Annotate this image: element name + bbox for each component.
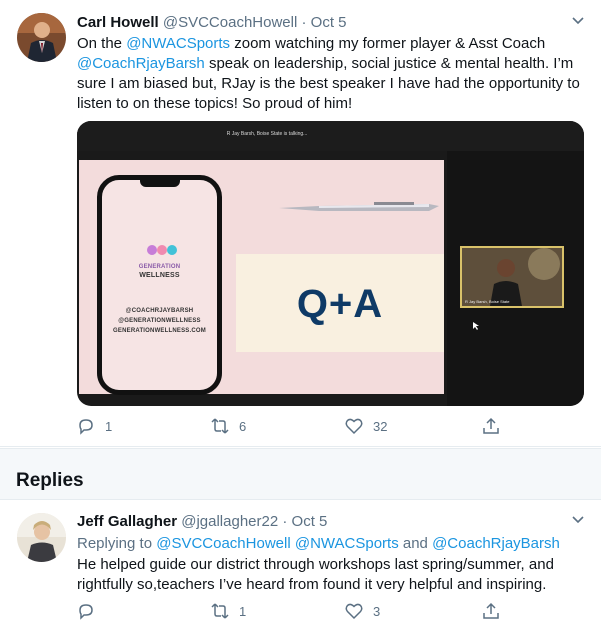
separator-dot: · (301, 14, 307, 31)
author-handle[interactable]: @SVCCoachHowell (163, 14, 297, 31)
reply-author-avatar[interactable] (17, 513, 66, 562)
share-button[interactable] (482, 602, 510, 620)
like-count: 3 (373, 603, 381, 619)
pen-graphic (279, 202, 439, 211)
tweet-actions: 1 6 32 (77, 417, 507, 439)
mention-link[interactable]: @SVCCoachHowell (156, 535, 290, 552)
and-text: and (398, 535, 433, 552)
talking-indicator: R Jay Barsh, Boise State is talking... (226, 131, 308, 137)
retweet-count: 6 (239, 418, 247, 434)
retweet-icon (211, 603, 229, 619)
mention-link[interactable]: @NWACSports (295, 535, 399, 552)
tweet-text-part: On the (77, 35, 127, 52)
replying-to-prefix: Replying to (77, 535, 157, 552)
logo-text: GENERATION (138, 264, 181, 270)
share-button[interactable] (482, 417, 510, 435)
tweet-text-part: zoom watching my former player & Asst Co… (230, 35, 546, 52)
replies-section-band (0, 448, 601, 500)
cursor-icon (473, 322, 479, 330)
reply-author-name[interactable]: Jeff Gallagher (77, 513, 177, 530)
retweet-button[interactable]: 6 (211, 417, 246, 435)
like-count: 32 (373, 418, 388, 434)
tweet-media-image[interactable]: R Jay Barsh, Boise State is talking... G… (77, 121, 584, 406)
presentation-slide: GENERATION WELLNESS @COACHRJAYBARSH @GEN… (79, 160, 444, 395)
tweet-date[interactable]: Oct 5 (311, 14, 347, 31)
video-name-label: R Jay Barsh, Boise State (465, 299, 510, 304)
reply-icon (79, 419, 93, 435)
separator-dot: · (282, 513, 288, 530)
replies-heading: Replies (16, 470, 84, 491)
reply-text: He helped guide our district through wor… (77, 556, 554, 593)
retweet-count: 1 (239, 603, 247, 619)
share-icon (483, 417, 499, 434)
contact-line: @COACHRJAYBARSH (125, 308, 194, 314)
reply-button[interactable] (77, 602, 105, 620)
logo-text: WELLNESS (139, 272, 180, 279)
speaker-video-icon (462, 248, 562, 306)
retweet-button[interactable]: 1 (211, 602, 246, 620)
zoom-top-bar: R Jay Barsh, Boise State is talking... (77, 121, 584, 151)
reply-author-handle[interactable]: @jgallagher22 (181, 513, 278, 530)
like-button[interactable]: 3 (345, 602, 380, 620)
chevron-down-icon[interactable] (570, 13, 586, 29)
reply-header: Jeff Gallagher @jgallagher22 · Oct 5 (77, 513, 327, 530)
mention-link[interactable]: @CoachRjayBarsh (77, 55, 205, 72)
like-icon (345, 418, 363, 435)
reply-count: 1 (105, 418, 113, 434)
reply-tweet[interactable]: Jeff Gallagher @jgallagher22 · Oct 5 Rep… (0, 501, 601, 633)
qa-text: Q+A (296, 282, 384, 326)
share-icon (483, 602, 499, 619)
tweet-header: Carl Howell @SVCCoachHowell · Oct 5 (77, 14, 347, 31)
video-thumbnail: R Jay Barsh, Boise State (460, 246, 564, 308)
contact-line: @GENERATIONWELLNESS (118, 318, 201, 324)
mention-link[interactable]: @NWACSports (126, 35, 230, 52)
author-avatar[interactable] (17, 13, 66, 62)
generation-wellness-logo-icon (147, 245, 177, 255)
phone-notch (140, 178, 180, 187)
like-icon (345, 603, 363, 620)
tweet-text: On the @NWACSports zoom watching my form… (77, 34, 587, 114)
contact-line: GENERATIONWELLNESS.COM (113, 328, 206, 334)
reply-button[interactable]: 1 (77, 417, 112, 435)
mention-link[interactable]: @CoachRjayBarsh (432, 535, 560, 552)
like-button[interactable]: 32 (345, 417, 387, 435)
tweet-main[interactable]: Carl Howell @SVCCoachHowell · Oct 5 On t… (0, 0, 601, 447)
chevron-down-icon[interactable] (570, 512, 586, 528)
reply-actions: 1 3 (77, 602, 507, 624)
retweet-icon (211, 418, 229, 434)
qa-card: Q+A (236, 254, 444, 352)
reply-icon (79, 604, 93, 620)
phone-graphic: GENERATION WELLNESS @COACHRJAYBARSH @GEN… (97, 175, 222, 395)
replying-to-line: Replying to @SVCCoachHowell @NWACSports … (77, 534, 587, 554)
reply-date[interactable]: Oct 5 (292, 513, 328, 530)
author-name[interactable]: Carl Howell (77, 14, 159, 31)
